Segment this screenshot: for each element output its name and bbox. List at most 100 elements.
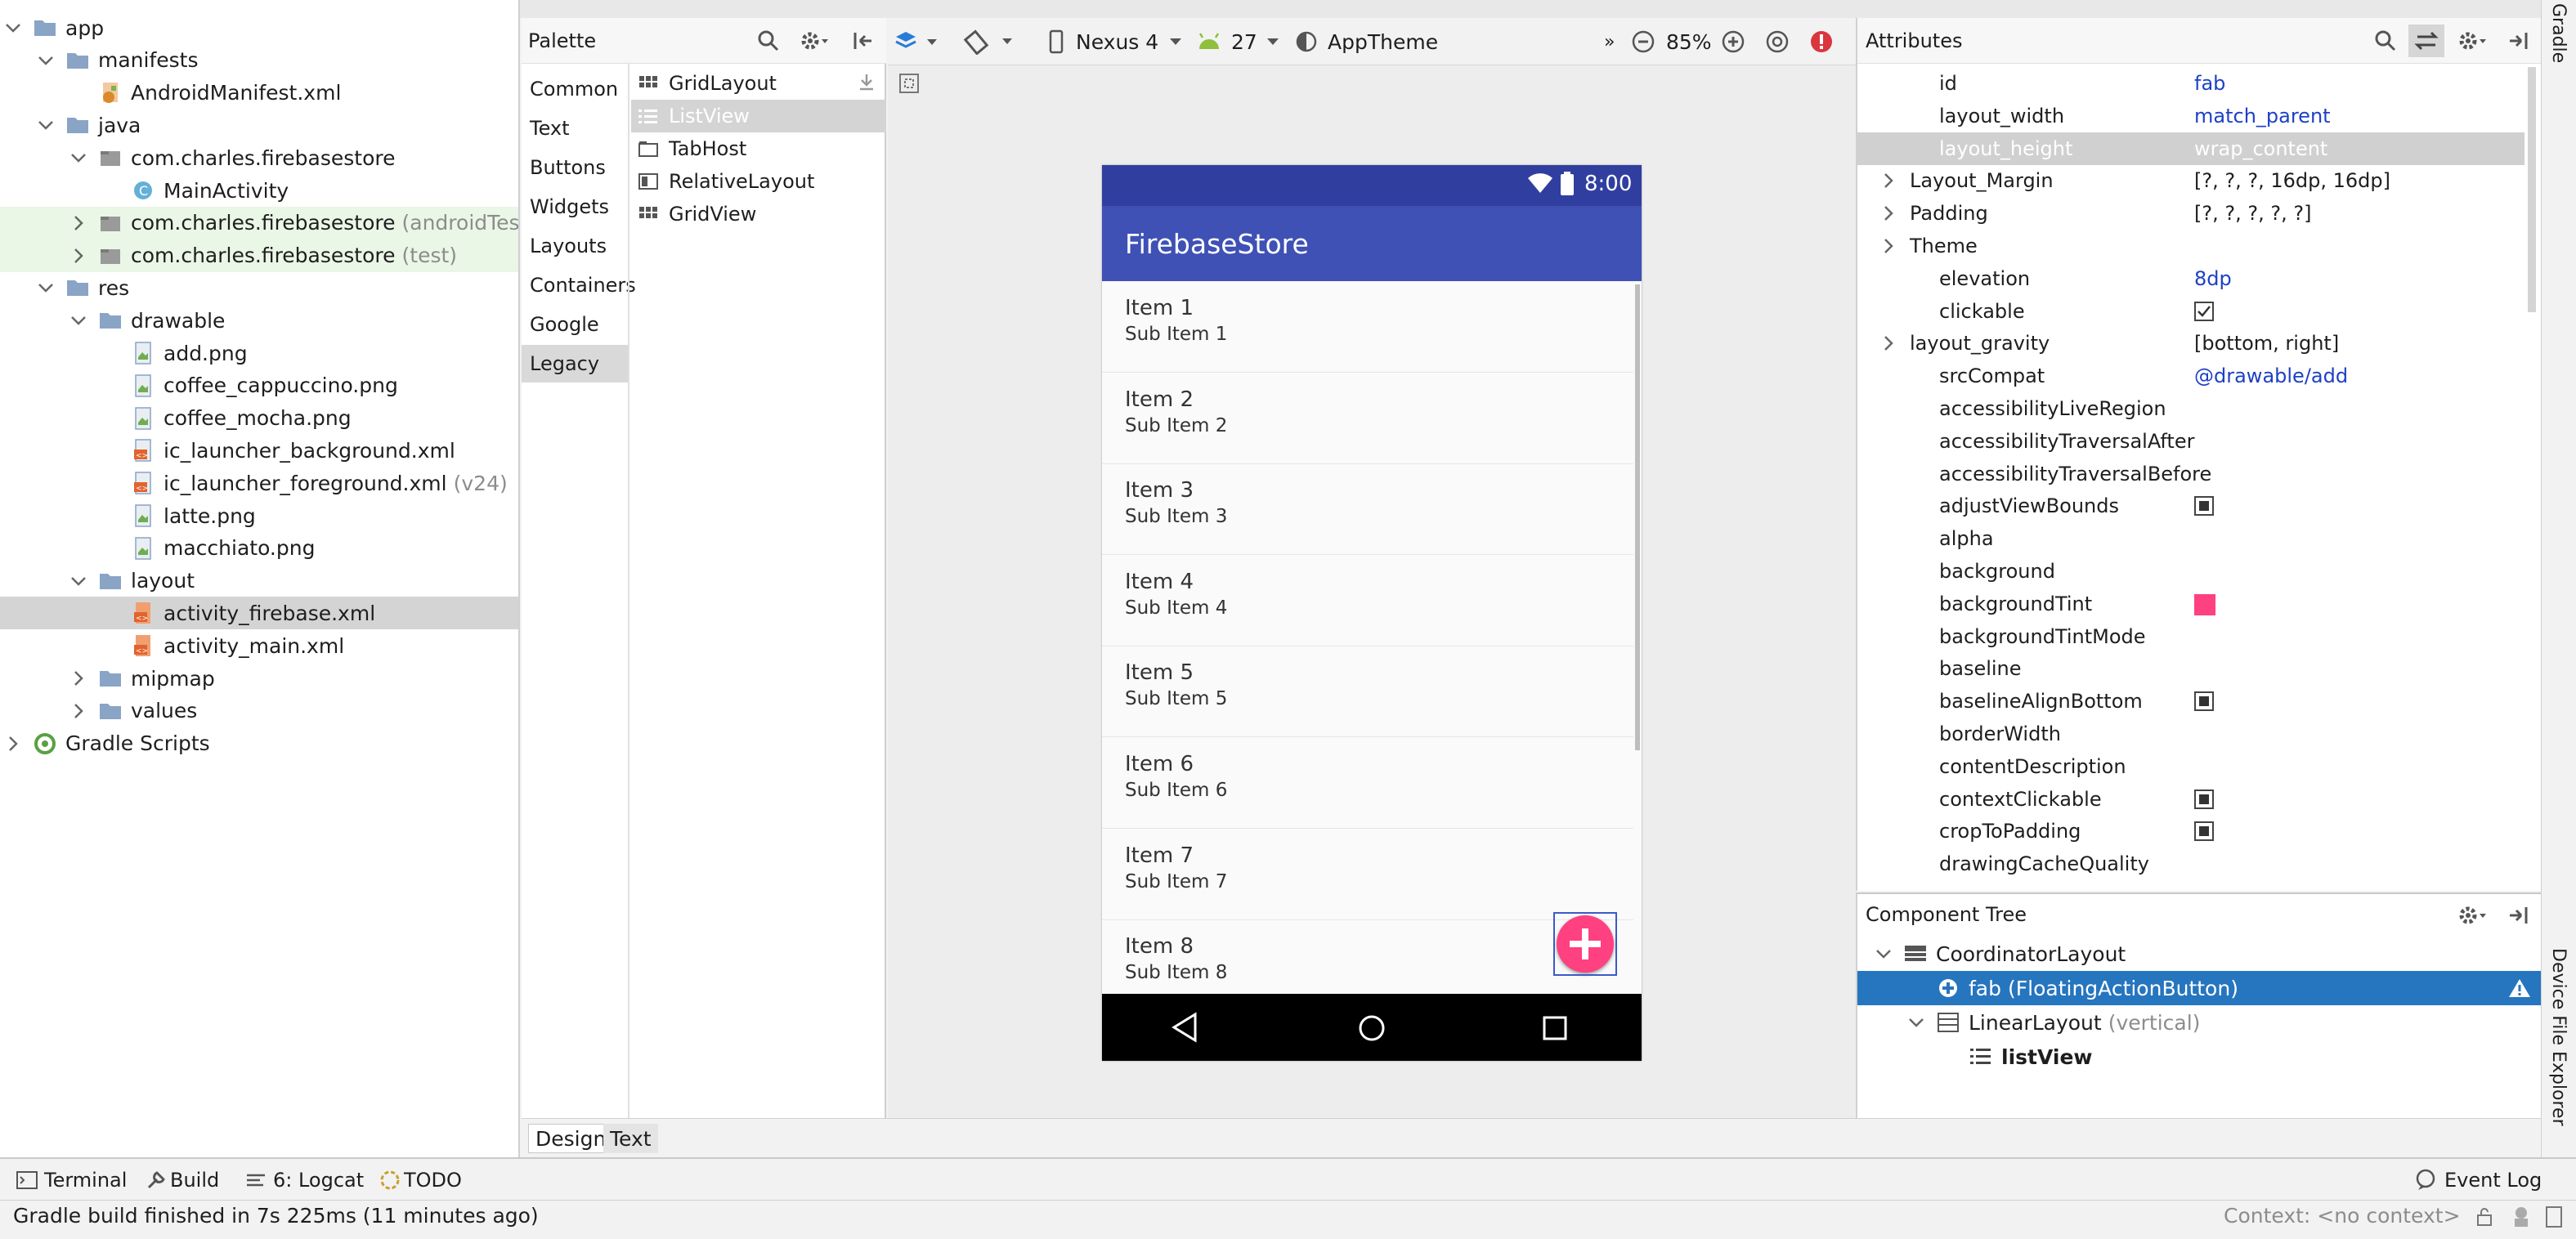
- toolbar-overflow[interactable]: »: [1604, 18, 1615, 65]
- attribute-row-contextclickable[interactable]: contextClickable: [1857, 783, 2524, 816]
- attributes-scrollbar[interactable]: [2528, 67, 2536, 312]
- chevron-right-icon[interactable]: [69, 669, 88, 688]
- project-tree-item[interactable]: coffee_mocha.png: [0, 402, 518, 435]
- zoom-in-button[interactable]: [1720, 18, 1746, 65]
- palette-category-widgets[interactable]: Widgets: [522, 188, 628, 226]
- attribute-row-alpha[interactable]: alpha: [1857, 522, 2524, 555]
- project-tree-item[interactable]: drawable: [0, 304, 518, 337]
- attribute-checkbox[interactable]: [2194, 821, 2214, 842]
- build-tab[interactable]: Build: [146, 1159, 219, 1201]
- attribute-row-accessibilitytraversalbefore[interactable]: accessibilityTraversalBefore: [1857, 458, 2524, 490]
- chevron-down-icon[interactable]: [1874, 944, 1893, 964]
- attribute-row-srccompat[interactable]: srcCompat @drawable/add: [1857, 360, 2524, 392]
- project-tree-item[interactable]: add.png: [0, 337, 518, 369]
- palette-category-containers[interactable]: Containers: [522, 266, 636, 304]
- palette-item-listview[interactable]: ListView: [631, 100, 886, 132]
- palette-category-google[interactable]: Google: [522, 306, 628, 343]
- attribute-value[interactable]: wrap_content: [2194, 137, 2327, 160]
- attribute-row-accessibilityliveregion[interactable]: accessibilityLiveRegion: [1857, 392, 2524, 425]
- project-tree-item[interactable]: java: [0, 109, 518, 141]
- gear-icon[interactable]: [800, 29, 829, 52]
- attribute-checkbox[interactable]: [2194, 789, 2214, 809]
- chevron-right-icon[interactable]: [1879, 171, 1898, 190]
- attribute-row-padding[interactable]: Padding [?, ?, ?, ?, ?]: [1857, 197, 2524, 230]
- list-item[interactable]: Item 3 Sub Item 3: [1102, 463, 1633, 556]
- chevron-right-icon[interactable]: [1879, 204, 1898, 223]
- attribute-row-theme[interactable]: Theme: [1857, 230, 2524, 262]
- theme-selector[interactable]: AppTheme: [1295, 18, 1438, 65]
- terminal-tab[interactable]: Terminal: [16, 1159, 127, 1201]
- list-item[interactable]: Item 1 Sub Item 1: [1102, 281, 1633, 373]
- attribute-checkbox[interactable]: [2194, 691, 2214, 712]
- gear-icon[interactable]: [2457, 29, 2487, 52]
- palette-category-layouts[interactable]: Layouts: [522, 227, 628, 265]
- palette-item-relativelayout[interactable]: RelativeLayout: [631, 165, 886, 198]
- list-item[interactable]: Item 4 Sub Item 4: [1102, 555, 1633, 646]
- project-tree-item[interactable]: C MainActivity: [0, 174, 518, 207]
- palette-category-buttons[interactable]: Buttons: [522, 149, 628, 186]
- chevron-right-icon[interactable]: [1879, 236, 1898, 256]
- error-indicator[interactable]: [1808, 18, 1835, 65]
- list-item[interactable]: Item 6 Sub Item 6: [1102, 737, 1633, 829]
- hide-panel-icon[interactable]: [2507, 29, 2529, 52]
- project-tree-item[interactable]: app: [0, 11, 518, 44]
- attribute-row-layout_margin[interactable]: Layout_Margin [?, ?, ?, 16dp, 16dp]: [1857, 164, 2524, 197]
- project-tree-item[interactable]: res: [0, 271, 518, 304]
- attribute-row-backgroundtintmode[interactable]: backgroundTintMode: [1857, 620, 2524, 653]
- attribute-value[interactable]: [?, ?, ?, 16dp, 16dp]: [2194, 169, 2390, 192]
- attribute-row-drawingcachequality[interactable]: drawingCacheQuality: [1857, 848, 2524, 880]
- attribute-row-baselinealignbottom[interactable]: baselineAlignBottom: [1857, 685, 2524, 718]
- attribute-row-borderwidth[interactable]: borderWidth: [1857, 718, 2524, 750]
- component-tree-node[interactable]: fab (FloatingActionButton): [1857, 971, 2542, 1005]
- search-icon[interactable]: [2374, 29, 2397, 52]
- text-tab[interactable]: Text: [603, 1124, 658, 1153]
- attribute-row-elevation[interactable]: elevation 8dp: [1857, 262, 2524, 295]
- hide-panel-icon[interactable]: [2507, 904, 2529, 927]
- chevron-right-icon[interactable]: [69, 701, 88, 721]
- chevron-down-icon[interactable]: [36, 278, 56, 297]
- chevron-down-icon[interactable]: [69, 311, 88, 330]
- attribute-row-baseline[interactable]: baseline: [1857, 652, 2524, 685]
- color-swatch[interactable]: [2194, 593, 2215, 615]
- attribute-row-layout_gravity[interactable]: layout_gravity [bottom, right]: [1857, 327, 2524, 360]
- download-icon[interactable]: [857, 72, 876, 92]
- palette-category-common[interactable]: Common: [522, 70, 628, 108]
- project-tree-item[interactable]: <> activity_firebase.xml: [0, 597, 518, 630]
- attribute-row-layout_width[interactable]: layout_width match_parent: [1857, 100, 2524, 132]
- event-log-tab[interactable]: Event Log: [2415, 1159, 2542, 1201]
- device-file-explorer-tab[interactable]: Device File Explorer: [2548, 948, 2569, 1126]
- swap-view-icon[interactable]: [2408, 25, 2444, 57]
- project-tree-item[interactable]: com.charles.firebasestore(androidTest): [0, 206, 518, 239]
- orientation-dropdown[interactable]: [963, 18, 1020, 65]
- project-tree-item[interactable]: <> activity_main.xml: [0, 629, 518, 662]
- gradle-tab[interactable]: Gradle: [2548, 3, 2569, 63]
- inspector-icon[interactable]: [2511, 1205, 2531, 1228]
- attribute-value[interactable]: 8dp: [2194, 267, 2232, 290]
- project-tree-item[interactable]: com.charles.firebasestore (test): [0, 239, 518, 272]
- component-tree-node[interactable]: CoordinatorLayout: [1857, 937, 2542, 971]
- palette-item-tabhost[interactable]: TabHost: [631, 132, 886, 165]
- list-item[interactable]: Item 7 Sub Item 7: [1102, 829, 1633, 920]
- chevron-down-icon[interactable]: [36, 51, 56, 70]
- palette-category-legacy[interactable]: Legacy: [522, 345, 628, 382]
- project-tree-item[interactable]: values: [0, 695, 518, 727]
- search-icon[interactable]: [757, 29, 780, 52]
- chevron-right-icon[interactable]: [1879, 333, 1898, 353]
- list-item[interactable]: Item 5 Sub Item 5: [1102, 646, 1633, 738]
- recents-icon[interactable]: [1542, 1015, 1568, 1041]
- project-tree-item[interactable]: Gradle Scripts: [0, 727, 518, 760]
- home-icon[interactable]: [1357, 1013, 1387, 1043]
- project-tree-item[interactable]: <> ic_launcher_foreground.xml (v24): [0, 467, 518, 499]
- component-tree-node[interactable]: LinearLayout (vertical): [1857, 1005, 2542, 1040]
- attribute-row-contentdescription[interactable]: contentDescription: [1857, 750, 2524, 783]
- pin-icon[interactable]: [852, 29, 875, 52]
- project-tree-item[interactable]: manifests: [0, 44, 518, 77]
- attribute-value[interactable]: @drawable/add: [2194, 365, 2348, 387]
- zoom-fit-button[interactable]: [1764, 18, 1790, 65]
- chevron-right-icon[interactable]: [69, 246, 88, 266]
- chevron-down-icon[interactable]: [69, 148, 88, 168]
- project-tree-item[interactable]: latte.png: [0, 499, 518, 532]
- logcat-tab[interactable]: 6: Logcat: [245, 1159, 364, 1201]
- back-icon[interactable]: [1171, 1012, 1198, 1043]
- attribute-row-background[interactable]: background: [1857, 555, 2524, 588]
